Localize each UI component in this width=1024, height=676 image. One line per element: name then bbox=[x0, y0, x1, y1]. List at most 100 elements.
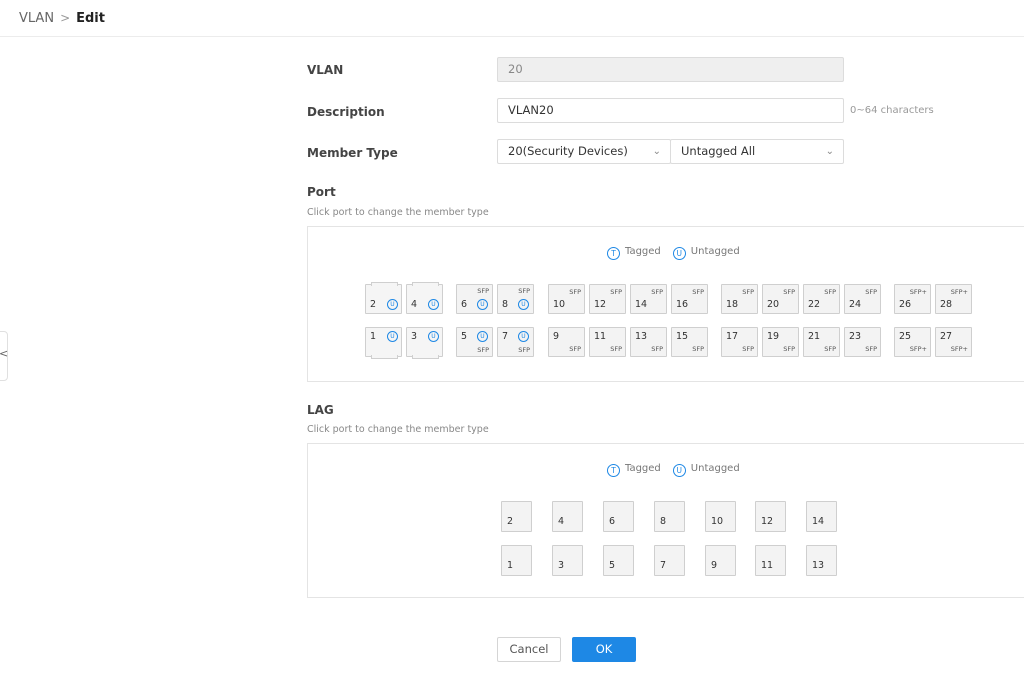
lag-port-12[interactable]: 12 bbox=[755, 501, 786, 532]
description-hint: 0~64 characters bbox=[850, 105, 934, 116]
untagged-badge-icon: U bbox=[672, 464, 686, 477]
port-3[interactable]: 3U bbox=[406, 327, 443, 359]
port-number: 19 bbox=[767, 331, 780, 342]
port-8[interactable]: 8 SFP U bbox=[497, 284, 534, 314]
port-type-label: SFP bbox=[610, 288, 622, 296]
port-24[interactable]: 24 SFP bbox=[844, 284, 881, 314]
port-number: 9 bbox=[553, 331, 560, 342]
port-number: 15 bbox=[676, 331, 689, 342]
port-number: 27 bbox=[940, 331, 953, 342]
port-type-label: SFP bbox=[742, 288, 754, 296]
member-type-vlan-select[interactable]: 20(Security Devices) ⌄ bbox=[497, 139, 671, 164]
lag-port-13[interactable]: 13 bbox=[806, 545, 837, 576]
port-number: 17 bbox=[726, 331, 739, 342]
lag-port-5[interactable]: 5 bbox=[603, 545, 634, 576]
port-number: 1 bbox=[370, 331, 377, 342]
lag-port-number: 4 bbox=[558, 516, 565, 527]
breadcrumb-vlan-link[interactable]: VLAN bbox=[19, 11, 54, 26]
ok-button[interactable]: OK bbox=[572, 637, 636, 662]
description-input[interactable]: VLAN20 bbox=[497, 98, 844, 123]
port-10[interactable]: 10 SFP bbox=[548, 284, 585, 314]
port-type-label: SFP bbox=[692, 345, 704, 353]
lag-port-7[interactable]: 7 bbox=[654, 545, 685, 576]
port-20[interactable]: 20 SFP bbox=[762, 284, 799, 314]
port-5[interactable]: 5 SFP U bbox=[456, 327, 493, 357]
lag-section-hint: Click port to change the member type bbox=[307, 424, 489, 435]
port-17[interactable]: 17 SFP bbox=[721, 327, 758, 357]
lag-port-number: 1 bbox=[507, 560, 514, 571]
port-19[interactable]: 19 SFP bbox=[762, 327, 799, 357]
port-type-label: SFP bbox=[477, 287, 489, 295]
lag-port-number: 10 bbox=[711, 516, 724, 527]
member-type-mode-select[interactable]: Untagged All ⌄ bbox=[670, 139, 844, 164]
lag-port-number: 3 bbox=[558, 560, 565, 571]
lag-port-2[interactable]: 2 bbox=[501, 501, 532, 532]
port-type-label: SFP bbox=[824, 288, 836, 296]
port-27[interactable]: 27 SFP+ bbox=[935, 327, 972, 357]
port-type-label: SFP bbox=[824, 345, 836, 353]
lag-port-number: 7 bbox=[660, 560, 667, 571]
port-type-label: SFP bbox=[783, 345, 795, 353]
port-11[interactable]: 11 SFP bbox=[589, 327, 626, 357]
vlan-label: VLAN bbox=[307, 63, 344, 77]
port-number: 23 bbox=[849, 331, 862, 342]
port-number: 3 bbox=[411, 331, 418, 342]
lag-port-number: 14 bbox=[812, 516, 825, 527]
member-type-mode-value: Untagged All bbox=[681, 144, 756, 158]
port-28[interactable]: 28 SFP+ bbox=[935, 284, 972, 314]
tagged-badge-icon: T bbox=[607, 464, 620, 477]
lag-port-9[interactable]: 9 bbox=[705, 545, 736, 576]
untagged-badge-icon: U bbox=[428, 299, 439, 310]
port-16[interactable]: 16 SFP bbox=[671, 284, 708, 314]
port-9[interactable]: 9 SFP bbox=[548, 327, 585, 357]
lag-port-3[interactable]: 3 bbox=[552, 545, 583, 576]
port-number: 4 bbox=[411, 299, 418, 310]
port-6[interactable]: 6 SFP U bbox=[456, 284, 493, 314]
untagged-badge-icon: U bbox=[672, 247, 686, 260]
chevron-down-icon: ⌄ bbox=[652, 146, 661, 157]
port-type-label: SFP bbox=[783, 288, 795, 296]
port-25[interactable]: 25 SFP+ bbox=[894, 327, 931, 357]
lag-legend: T Tagged U Untagged bbox=[607, 462, 740, 477]
port-number: 8 bbox=[502, 299, 509, 310]
lag-port-1[interactable]: 1 bbox=[501, 545, 532, 576]
untagged-badge-icon: U bbox=[387, 331, 398, 342]
untagged-badge-icon: U bbox=[518, 331, 529, 342]
legend-tagged-label: Tagged bbox=[625, 463, 661, 474]
port-21[interactable]: 21 SFP bbox=[803, 327, 840, 357]
port-12[interactable]: 12 SFP bbox=[589, 284, 626, 314]
lag-port-4[interactable]: 4 bbox=[552, 501, 583, 532]
page-header: VLAN > Edit bbox=[0, 0, 1024, 37]
lag-port-6[interactable]: 6 bbox=[603, 501, 634, 532]
lag-port-11[interactable]: 11 bbox=[755, 545, 786, 576]
port-number: 26 bbox=[899, 299, 912, 310]
port-23[interactable]: 23 SFP bbox=[844, 327, 881, 357]
untagged-badge-icon: U bbox=[428, 331, 439, 342]
port-type-label: SFP bbox=[518, 346, 530, 354]
port-type-label: SFP+ bbox=[909, 345, 927, 353]
sidebar-collapse-button[interactable]: < bbox=[0, 331, 8, 381]
untagged-badge-icon: U bbox=[477, 331, 488, 342]
port-number: 12 bbox=[594, 299, 607, 310]
lag-port-number: 9 bbox=[711, 560, 718, 571]
port-type-label: SFP bbox=[569, 288, 581, 296]
port-18[interactable]: 18 SFP bbox=[721, 284, 758, 314]
lag-port-10[interactable]: 10 bbox=[705, 501, 736, 532]
port-4[interactable]: 4U bbox=[406, 282, 443, 314]
member-type-label: Member Type bbox=[307, 146, 398, 160]
lag-port-14[interactable]: 14 bbox=[806, 501, 837, 532]
port-15[interactable]: 15 SFP bbox=[671, 327, 708, 357]
port-14[interactable]: 14 SFP bbox=[630, 284, 667, 314]
port-1[interactable]: 1U bbox=[365, 327, 402, 359]
lag-port-number: 13 bbox=[812, 560, 825, 571]
page-title: Edit bbox=[76, 11, 105, 26]
cancel-button[interactable]: Cancel bbox=[497, 637, 561, 662]
lag-section-title: LAG bbox=[307, 403, 334, 417]
lag-port-number: 11 bbox=[761, 560, 774, 571]
port-26[interactable]: 26 SFP+ bbox=[894, 284, 931, 314]
port-2[interactable]: 2U bbox=[365, 282, 402, 314]
lag-port-8[interactable]: 8 bbox=[654, 501, 685, 532]
port-22[interactable]: 22 SFP bbox=[803, 284, 840, 314]
port-13[interactable]: 13 SFP bbox=[630, 327, 667, 357]
port-7[interactable]: 7 SFP U bbox=[497, 327, 534, 357]
